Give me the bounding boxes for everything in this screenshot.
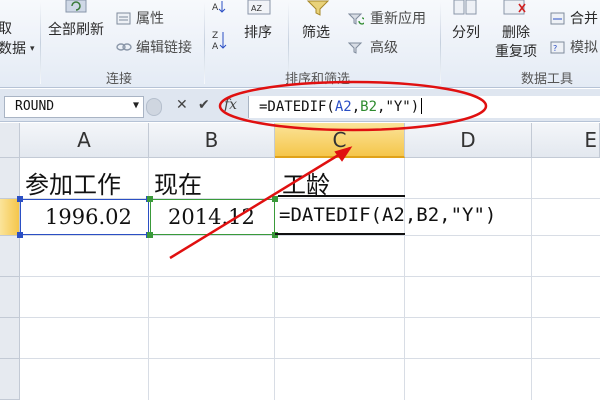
formula-bar-resize-handle[interactable] [146, 98, 162, 116]
reapply-button[interactable]: 重新应用 [370, 10, 426, 28]
advanced-filter-icon [348, 42, 363, 54]
reapply-icon [348, 13, 364, 25]
chevron-down-icon[interactable]: ▼ [133, 100, 139, 111]
remove-duplicates-line2[interactable]: 重复项 [495, 43, 537, 61]
gridline [20, 235, 600, 236]
what-if-icon: ? [550, 41, 565, 54]
edit-links-icon [116, 43, 132, 51]
column-header-b[interactable]: B [149, 123, 275, 158]
range-handle[interactable] [17, 196, 23, 202]
formula-comma: , [351, 99, 361, 115]
enter-check-icon[interactable]: ✔ [198, 97, 210, 113]
split-column-button[interactable]: 分列 [452, 24, 480, 42]
svg-text:AZ: AZ [251, 4, 262, 13]
column-header-c[interactable]: C [275, 123, 405, 158]
edit-links-button[interactable]: 编辑链接 [136, 39, 192, 57]
group-separator [40, 2, 41, 84]
formula-bar: ROUND ▼ ✕ ✔ fx =DATEDIF(A2,B2,"Y") [0, 89, 600, 122]
formula-text: =DATEDIF(A2,B2,"Y") [259, 98, 423, 115]
text-cursor [421, 98, 423, 114]
cancel-icon[interactable]: ✕ [176, 97, 188, 113]
select-all-corner[interactable] [0, 123, 20, 158]
remove-duplicates-icon [503, 0, 526, 15]
refresh-all-icon [65, 0, 87, 13]
chevron-down-icon: ▾ [30, 44, 35, 54]
remove-duplicates-line1[interactable]: 删除 [502, 24, 530, 42]
refresh-all-button[interactable]: 全部刷新 [48, 21, 104, 39]
what-if-button[interactable]: 模拟 [570, 39, 598, 57]
advanced-button[interactable]: 高级 [370, 39, 398, 57]
properties-icon [116, 12, 131, 25]
cell-a2[interactable]: 1996.02 [45, 205, 132, 229]
row-header-4[interactable] [0, 277, 20, 318]
properties-button[interactable]: 属性 [136, 10, 164, 28]
insert-function-icon[interactable]: fx [224, 97, 237, 113]
range-handle[interactable] [147, 196, 153, 202]
ribbon: 取 数据 ▾ 全部刷新 属性 编辑链接 连接 A Z A AZ 排序 筛选 重新… [0, 0, 600, 88]
range-handle[interactable] [17, 232, 23, 238]
sort-button[interactable]: 排序 [244, 24, 272, 42]
worksheet-grid[interactable]: A B C D E 参加工作 现在 工龄 1996.02 2014.12 =DA… [0, 123, 600, 400]
sort-az-icon[interactable]: A [212, 0, 228, 14]
data-tools-group-label: 数据工具 [521, 72, 574, 87]
cell-c1-border [278, 195, 405, 197]
group-separator [204, 2, 205, 84]
column-header-e[interactable]: E [532, 123, 600, 158]
connections-group-label: 连接 [106, 72, 133, 87]
formula-ref-a2: A2 [334, 99, 352, 115]
range-handle[interactable] [147, 232, 153, 238]
formula-prefix: =DATEDIF( [259, 99, 335, 115]
consolidate-button[interactable]: 合并 [570, 10, 598, 28]
name-box[interactable]: ROUND ▼ [4, 96, 144, 118]
cell-b2[interactable]: 2014.12 [168, 205, 255, 229]
row-header-5[interactable] [0, 318, 20, 359]
row-header-2[interactable] [0, 199, 20, 236]
row-header-1[interactable] [0, 158, 20, 199]
svg-text:Z: Z [212, 31, 218, 41]
split-column-icon [453, 0, 477, 15]
consolidate-icon [550, 12, 565, 25]
column-header-d[interactable]: D [405, 123, 532, 158]
svg-text:?: ? [553, 44, 557, 53]
formula-input[interactable]: =DATEDIF(A2,B2,"Y") [248, 96, 600, 118]
filter-button[interactable]: 筛选 [302, 24, 330, 42]
row-header-6[interactable] [0, 359, 20, 400]
svg-text:A: A [212, 3, 219, 13]
column-header-a[interactable]: A [20, 123, 149, 158]
formula-suffix: ,"Y") [377, 99, 420, 115]
gridline [531, 158, 532, 400]
svg-text:A: A [212, 42, 219, 52]
cell-a1[interactable]: 参加工作 [25, 165, 121, 200]
sort-za-icon[interactable]: Z A [212, 30, 228, 52]
name-box-value: ROUND [15, 99, 55, 114]
gridline [148, 158, 149, 400]
gridline [20, 276, 600, 277]
gridline [20, 358, 600, 359]
filter-icon [306, 0, 330, 16]
gridline [274, 158, 275, 400]
formula-ref-b2: B2 [360, 99, 378, 115]
get-data-fragment-2[interactable]: 数据 [0, 40, 26, 58]
gridline [20, 317, 600, 318]
get-data-fragment-1[interactable]: 取 [0, 20, 12, 38]
cell-b1[interactable]: 现在 [154, 165, 202, 200]
row-header-3[interactable] [0, 236, 20, 277]
sort-filter-group-label: 排序和筛选 [285, 72, 351, 87]
cell-c2[interactable]: =DATEDIF(A2,B2,"Y") [279, 204, 496, 226]
group-separator [440, 2, 441, 84]
sort-icon: AZ [247, 0, 271, 15]
